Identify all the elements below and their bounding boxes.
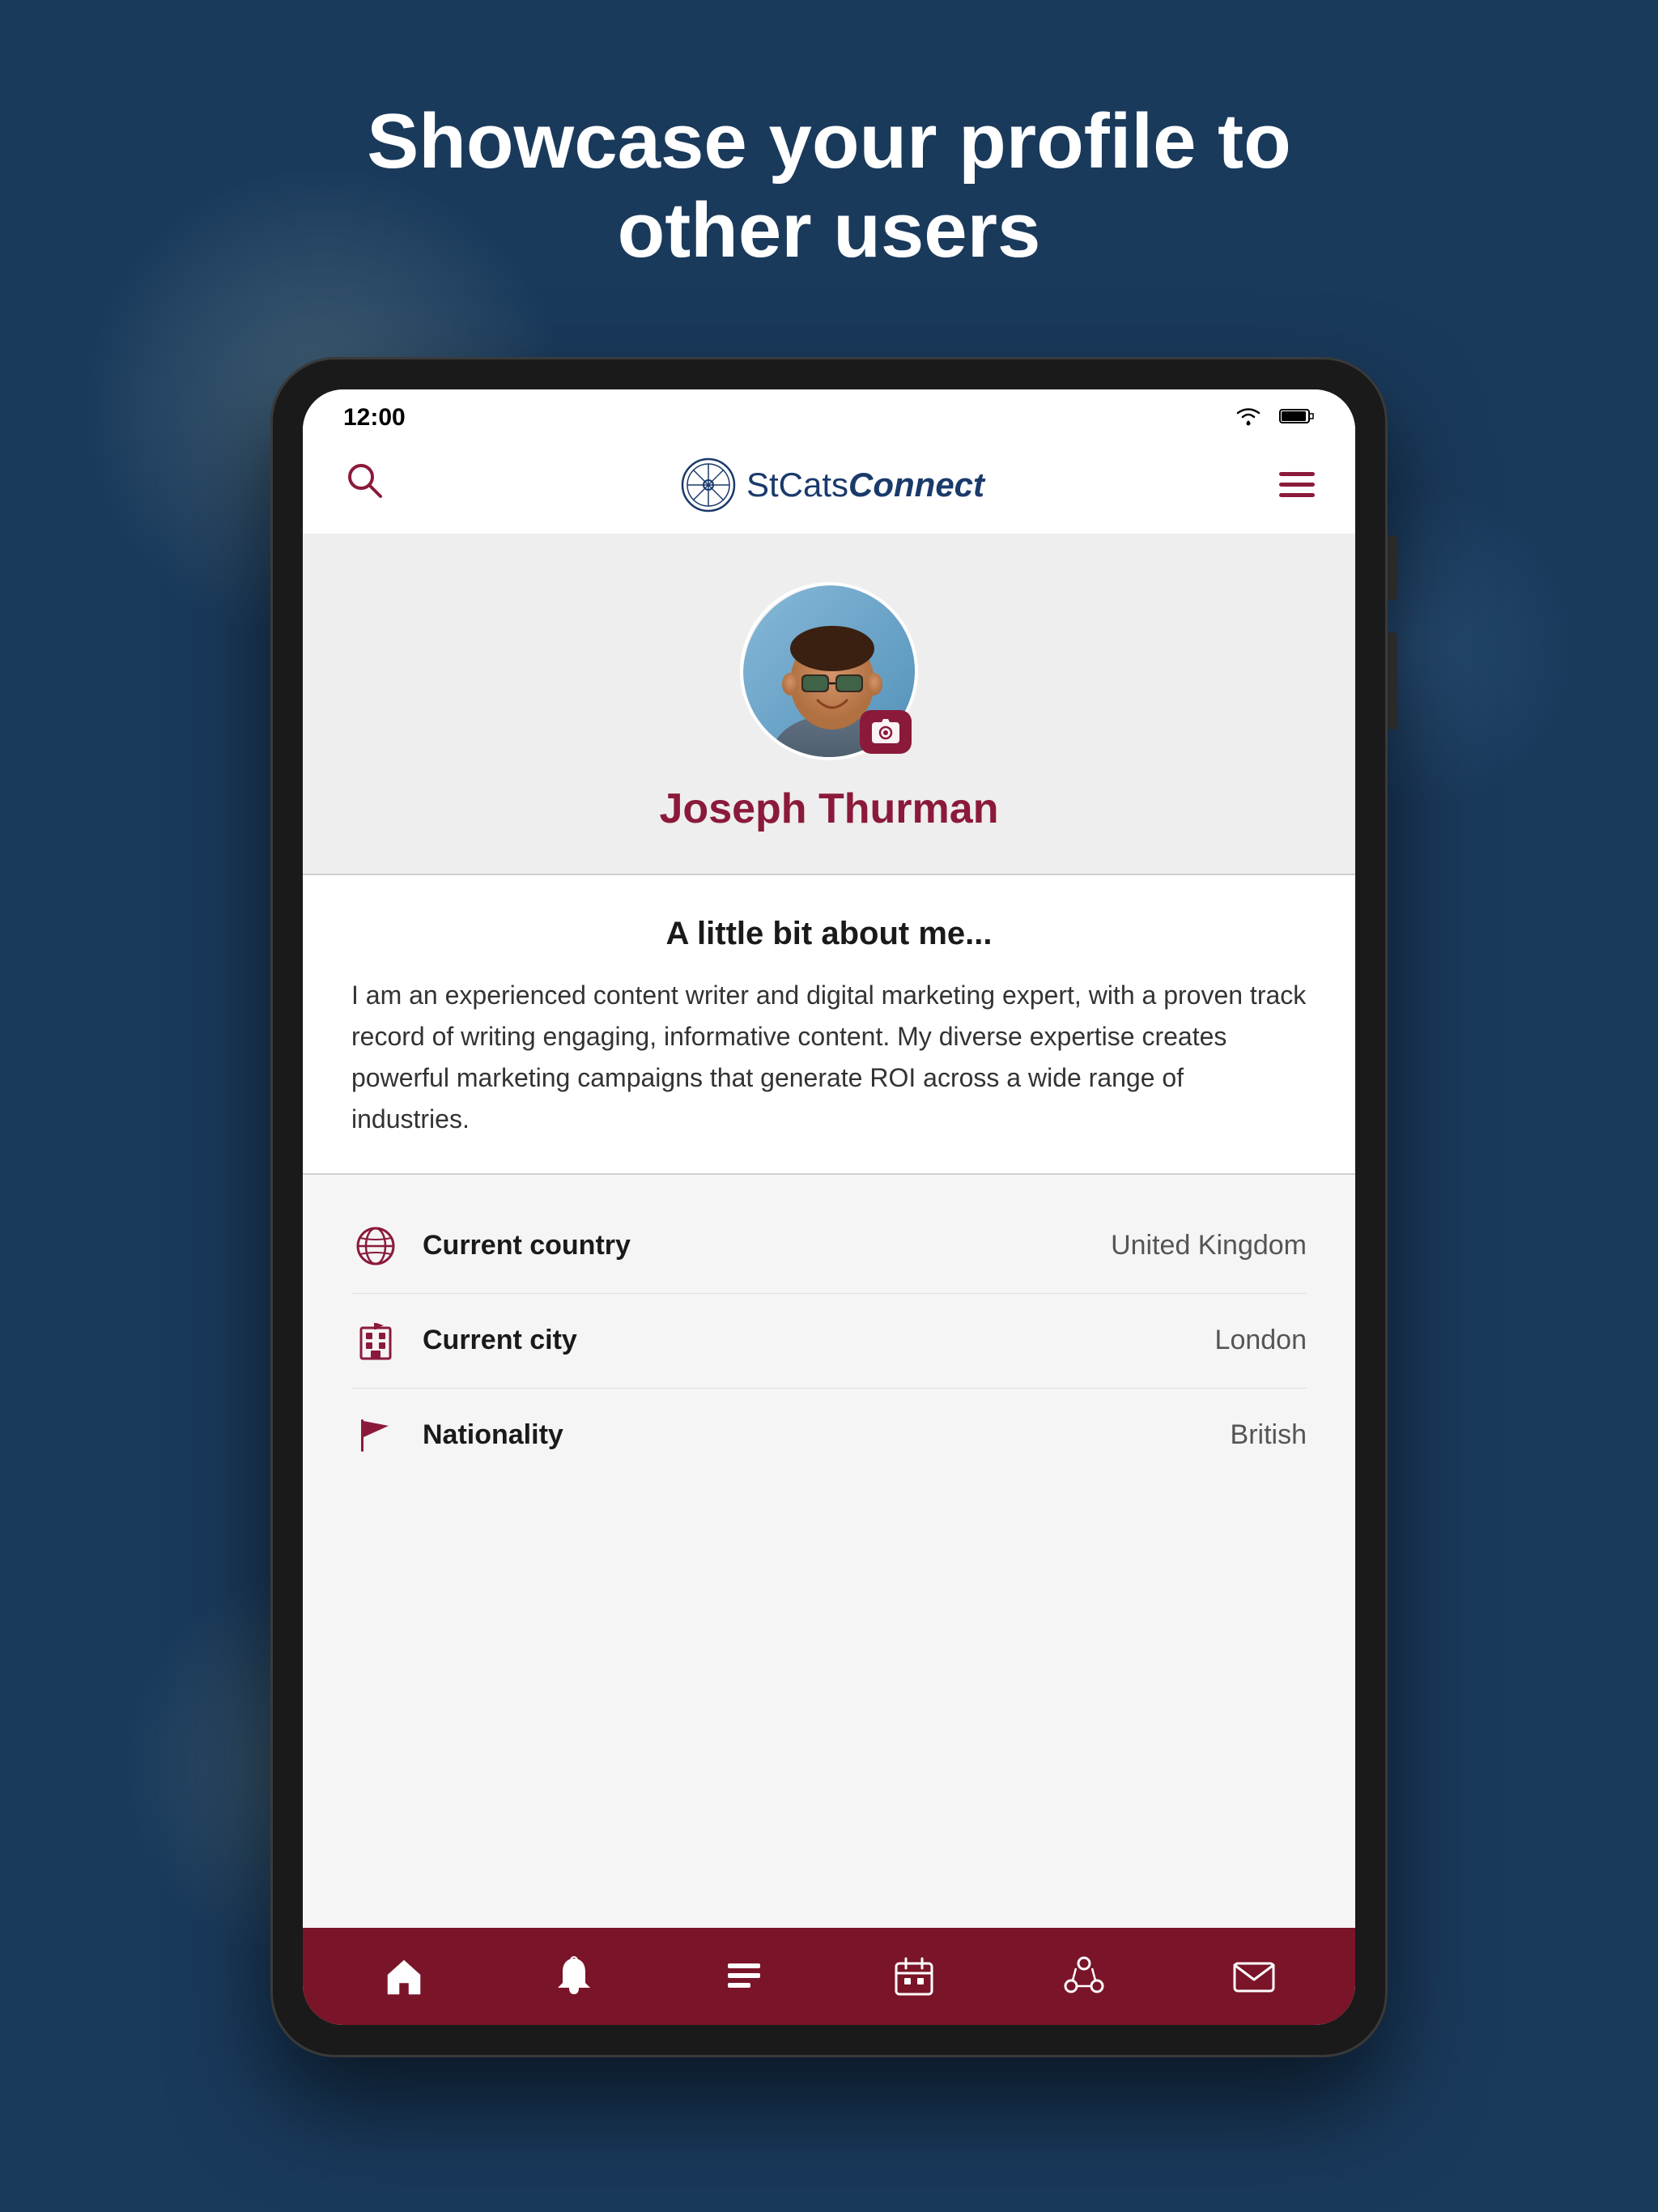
wifi-icon xyxy=(1231,404,1266,432)
info-section: Current country United Kingdom xyxy=(303,1175,1355,1928)
logo-icon xyxy=(680,457,737,513)
profile-section: Joseph Thurman xyxy=(303,534,1355,874)
profile-name: Joseph Thurman xyxy=(660,785,999,833)
bell-icon xyxy=(551,1954,597,1999)
info-row-city: Current city London xyxy=(351,1294,1307,1389)
nav-home[interactable] xyxy=(372,1948,436,2005)
hamburger-line xyxy=(1279,493,1315,497)
bottom-nav xyxy=(303,1928,1355,2025)
power-button xyxy=(1388,535,1397,600)
avatar-wrapper xyxy=(740,582,918,760)
hamburger-line xyxy=(1279,472,1315,476)
city-label: Current city xyxy=(423,1325,1215,1356)
city-value: London xyxy=(1215,1325,1307,1356)
camera-badge[interactable] xyxy=(860,710,912,754)
country-label: Current country xyxy=(423,1230,1111,1261)
tablet-screen: 12:00 xyxy=(303,389,1355,2025)
hamburger-line xyxy=(1279,483,1315,487)
nav-network[interactable] xyxy=(1052,1948,1116,2005)
list-icon xyxy=(721,1954,767,1999)
nationality-value: British xyxy=(1231,1419,1307,1451)
flag-icon xyxy=(351,1411,400,1460)
status-bar: 12:00 xyxy=(303,389,1355,440)
nationality-label: Nationality xyxy=(423,1419,1231,1451)
app-logo: StCatsConnect xyxy=(680,457,984,513)
headline: Showcase your profile to other users xyxy=(367,97,1291,276)
menu-button[interactable] xyxy=(1279,472,1315,497)
search-button[interactable] xyxy=(343,459,385,511)
country-value: United Kingdom xyxy=(1111,1230,1307,1261)
network-icon xyxy=(1061,1954,1107,1999)
calendar-icon xyxy=(891,1954,937,1999)
nav-notifications[interactable] xyxy=(542,1948,606,2005)
home-icon xyxy=(381,1954,427,1999)
building-icon xyxy=(351,1317,400,1365)
logo-text: StCatsConnect xyxy=(746,466,984,504)
battery-icon xyxy=(1279,404,1315,432)
info-row-country: Current country United Kingdom xyxy=(351,1199,1307,1294)
about-title: A little bit about me... xyxy=(351,916,1307,952)
about-section: A little bit about me... I am an experie… xyxy=(303,875,1355,1173)
status-time: 12:00 xyxy=(343,404,406,432)
volume-button xyxy=(1388,632,1397,730)
about-text: I am an experienced content writer and d… xyxy=(351,975,1307,1141)
globe-icon xyxy=(351,1222,400,1270)
app-header: StCatsConnect xyxy=(303,440,1355,534)
camera-icon xyxy=(870,719,901,745)
nav-messages[interactable] xyxy=(1222,1948,1286,2005)
tablet-device: 12:00 xyxy=(270,357,1388,2057)
info-row-nationality: Nationality British xyxy=(351,1389,1307,1482)
mail-icon xyxy=(1231,1954,1277,1999)
nav-feed[interactable] xyxy=(712,1948,776,2005)
nav-events[interactable] xyxy=(882,1948,946,2005)
status-icons xyxy=(1231,404,1315,432)
